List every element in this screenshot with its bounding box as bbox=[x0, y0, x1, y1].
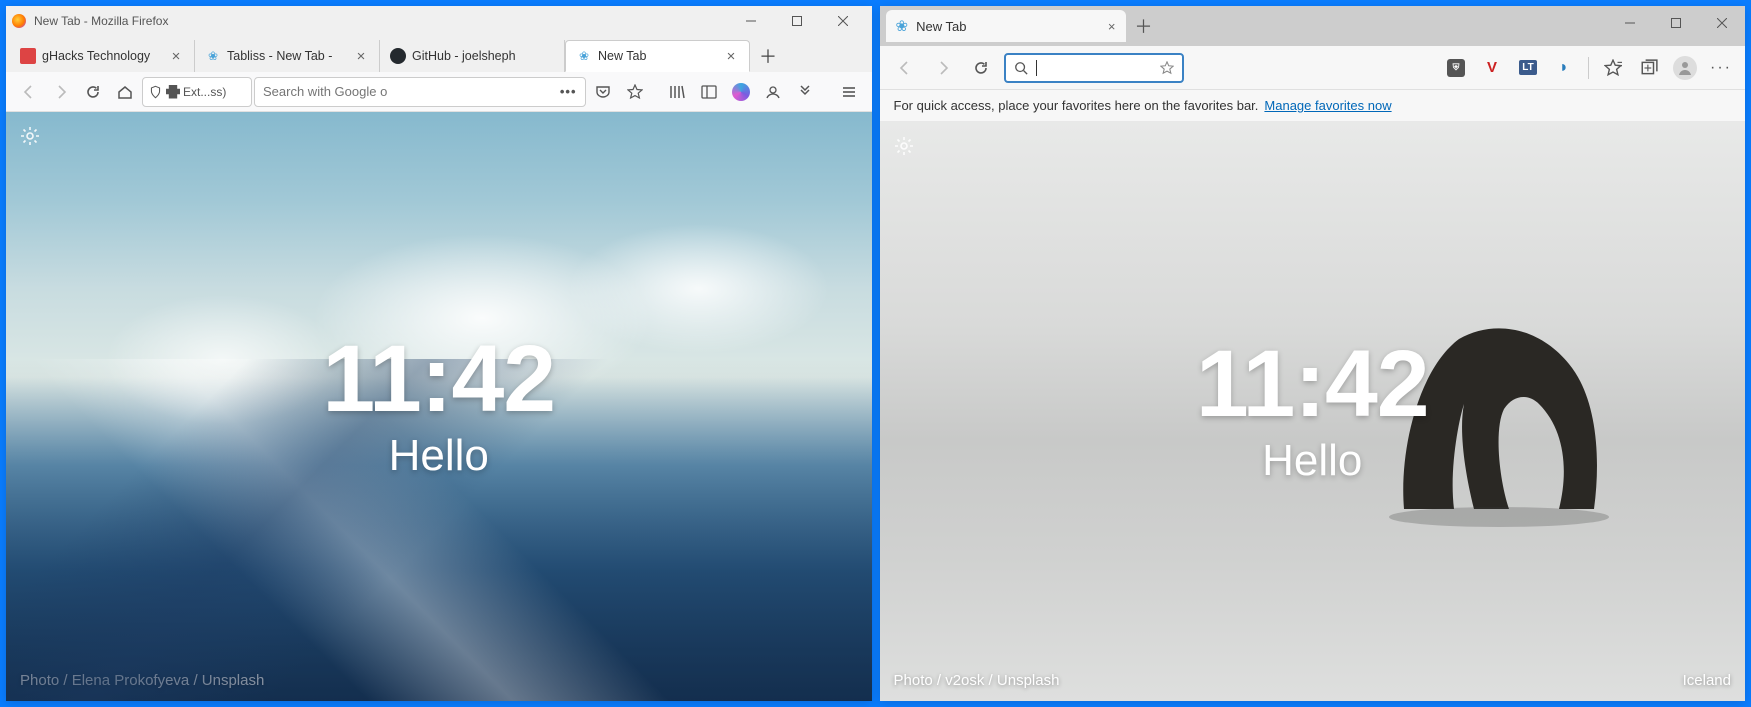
manage-favorites-link[interactable]: Manage favorites now bbox=[1264, 98, 1391, 113]
collections-button[interactable] bbox=[1635, 54, 1663, 82]
favorite-star-icon[interactable] bbox=[1160, 61, 1174, 75]
profile-button[interactable] bbox=[1671, 54, 1699, 82]
tab-label: GitHub - joelsheph bbox=[412, 49, 554, 63]
edge-window: ❀ New Tab × ＋ ⛨ V LT ◗ ··· For quick acc… bbox=[880, 6, 1746, 701]
firefox-new-tab-content: 11:42 Hello Photo / Elena Prokofyeva / U… bbox=[6, 112, 872, 701]
firefox-titlebar: New Tab - Mozilla Firefox bbox=[6, 6, 872, 36]
edge-tab-newtab[interactable]: ❀ New Tab × bbox=[886, 10, 1126, 42]
maximize-button[interactable] bbox=[1653, 10, 1699, 36]
page-actions-icon[interactable]: ••• bbox=[560, 84, 577, 99]
edge-toolbar: ⛨ V LT ◗ ··· bbox=[880, 46, 1746, 90]
search-box[interactable]: ••• bbox=[254, 77, 586, 107]
minimize-button[interactable] bbox=[728, 8, 774, 34]
firefox-window: New Tab - Mozilla Firefox gHacks Technol… bbox=[6, 6, 872, 701]
toolbar-separator bbox=[1588, 57, 1589, 79]
forward-button[interactable] bbox=[928, 53, 958, 83]
bookmark-star-button[interactable] bbox=[620, 77, 650, 107]
home-button[interactable] bbox=[110, 77, 140, 107]
edge-titlebar: ❀ New Tab × ＋ bbox=[880, 6, 1746, 46]
photo-credit: Photo / Elena Prokofyeva / Unsplash bbox=[20, 672, 264, 689]
url-identity-box[interactable]: Ext...ss) bbox=[142, 77, 252, 107]
extension-lt-icon[interactable]: LT bbox=[1514, 54, 1542, 82]
tab-newtab[interactable]: ❀ New Tab × bbox=[565, 40, 750, 72]
pocket-button[interactable] bbox=[588, 77, 618, 107]
tab-close-button[interactable]: × bbox=[168, 48, 184, 64]
extension-v-icon[interactable]: V bbox=[1478, 54, 1506, 82]
tab-label: Tabliss - New Tab - bbox=[227, 49, 347, 63]
app-menu-button[interactable] bbox=[834, 77, 864, 107]
greeting-text: Hello bbox=[1262, 436, 1362, 486]
new-tab-button[interactable]: ＋ bbox=[1126, 10, 1162, 42]
tab-label: New Tab bbox=[916, 19, 1100, 34]
edge-address-bar[interactable] bbox=[1004, 53, 1184, 83]
maximize-button[interactable] bbox=[774, 8, 820, 34]
close-button[interactable] bbox=[820, 8, 866, 34]
photo-location: Iceland bbox=[1683, 672, 1731, 689]
tab-close-button[interactable]: × bbox=[723, 48, 739, 64]
favicon-icon: ❀ bbox=[576, 48, 592, 64]
clock-time: 11:42 bbox=[1196, 337, 1429, 432]
back-button[interactable] bbox=[890, 53, 920, 83]
minimize-button[interactable] bbox=[1607, 10, 1653, 36]
favicon-icon bbox=[20, 48, 36, 64]
library-button[interactable] bbox=[662, 77, 692, 107]
search-input[interactable] bbox=[263, 84, 554, 99]
extension-label: Ext...ss) bbox=[183, 85, 226, 99]
greeting-text: Hello bbox=[389, 431, 489, 481]
favorites-button[interactable] bbox=[1599, 54, 1627, 82]
tab-close-button[interactable]: × bbox=[1108, 19, 1116, 34]
sidebar-button[interactable] bbox=[694, 77, 724, 107]
firefox-tabstrip: gHacks Technology × ❀ Tabliss - New Tab … bbox=[6, 36, 872, 72]
overflow-button[interactable] bbox=[790, 77, 820, 107]
menu-button[interactable]: ··· bbox=[1707, 54, 1735, 82]
account-button[interactable] bbox=[758, 77, 788, 107]
tab-label: New Tab bbox=[598, 49, 717, 63]
search-icon bbox=[1014, 61, 1028, 75]
settings-gear-button[interactable] bbox=[894, 136, 914, 161]
back-button[interactable] bbox=[14, 77, 44, 107]
photo-credit: Photo / v2osk / Unsplash bbox=[894, 672, 1060, 689]
close-button[interactable] bbox=[1699, 10, 1745, 36]
extension-wave-icon[interactable]: ◗ bbox=[1550, 54, 1578, 82]
swirl-icon[interactable] bbox=[726, 77, 756, 107]
favicon-icon bbox=[390, 48, 406, 64]
favorites-bar: For quick access, place your favorites h… bbox=[880, 90, 1746, 122]
new-tab-button[interactable]: ＋ bbox=[750, 40, 786, 72]
reload-button[interactable] bbox=[966, 53, 996, 83]
ublock-icon[interactable]: ⛨ bbox=[1442, 54, 1470, 82]
edge-new-tab-content: 11:42 Hello Photo / v2osk / Unsplash Ice… bbox=[880, 122, 1746, 701]
tab-label: gHacks Technology bbox=[42, 49, 162, 63]
tab-tabliss[interactable]: ❀ Tabliss - New Tab - × bbox=[195, 40, 380, 72]
favorites-hint: For quick access, place your favorites h… bbox=[894, 98, 1259, 113]
tab-close-button[interactable]: × bbox=[353, 48, 369, 64]
favicon-icon: ❀ bbox=[896, 17, 909, 35]
firefox-logo-icon bbox=[12, 14, 26, 28]
forward-button[interactable] bbox=[46, 77, 76, 107]
extension-icon bbox=[166, 85, 180, 99]
reload-button[interactable] bbox=[78, 77, 108, 107]
clock-time: 11:42 bbox=[322, 332, 555, 427]
window-title: New Tab - Mozilla Firefox bbox=[34, 14, 168, 28]
tab-ghacks[interactable]: gHacks Technology × bbox=[10, 40, 195, 72]
shield-icon bbox=[149, 85, 162, 99]
settings-gear-button[interactable] bbox=[20, 126, 40, 151]
firefox-toolbar: Ext...ss) ••• bbox=[6, 72, 872, 112]
text-cursor bbox=[1036, 60, 1037, 76]
tab-github[interactable]: GitHub - joelsheph bbox=[380, 40, 565, 72]
favicon-icon: ❀ bbox=[205, 48, 221, 64]
